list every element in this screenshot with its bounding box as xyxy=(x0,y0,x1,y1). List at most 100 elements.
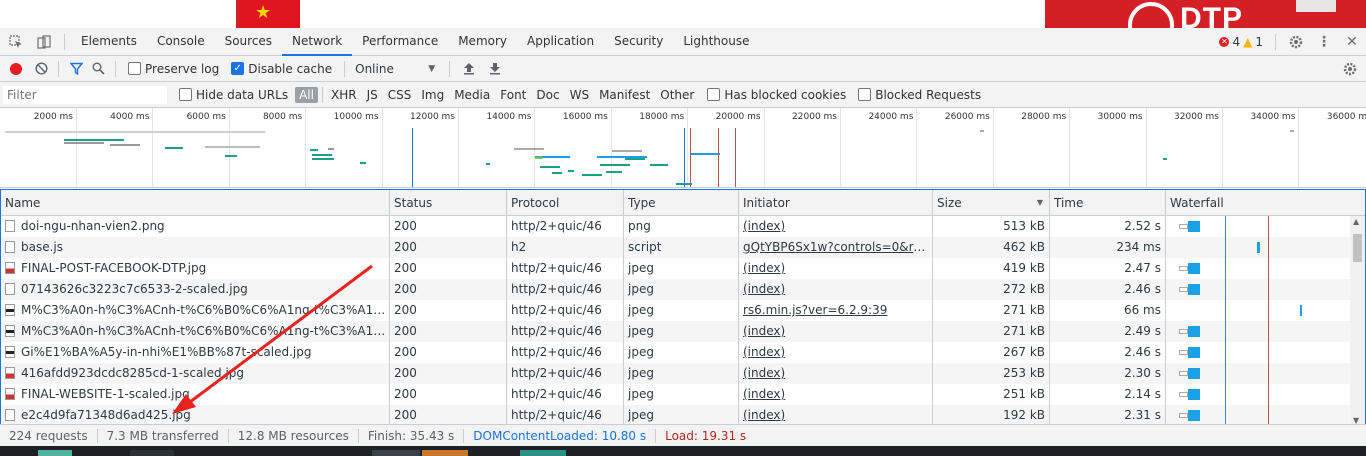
tab-application[interactable]: Application xyxy=(517,28,604,56)
cell-name[interactable]: e2c4d9fa71348d6ad425.jpg xyxy=(1,405,390,425)
cell-name[interactable]: 07143626c3223c7c6533-2-scaled.jpg xyxy=(1,279,390,300)
cell-time: 234 ms xyxy=(1050,237,1166,258)
table-row[interactable]: 07143626c3223c7c6533-2-scaled.jpg 200 http… xyxy=(1,279,1351,300)
blocked-cookies-checkbox[interactable]: Has blocked cookies xyxy=(707,88,846,102)
cell-name[interactable]: FINAL-WEBSITE-1-scaled.jpg xyxy=(1,384,390,405)
filter-type-css[interactable]: CSS xyxy=(384,87,416,103)
checkbox-box[interactable] xyxy=(707,88,721,101)
checkbox-box[interactable] xyxy=(128,62,141,75)
column-header-time[interactable]: Time xyxy=(1050,190,1166,216)
tab-security[interactable]: Security xyxy=(604,28,673,56)
taskbar-app[interactable] xyxy=(130,450,174,456)
cell-name[interactable]: M%C3%A0n-h%C3%ACnh-t%C6%B0%C6%A1ng-t%C3%… xyxy=(1,300,390,321)
search-icon[interactable] xyxy=(87,55,109,83)
filter-type-img[interactable]: Img xyxy=(417,87,448,103)
cell-type: jpeg xyxy=(624,384,739,405)
cell-name[interactable]: base.js xyxy=(1,237,390,258)
column-header-type[interactable]: Type xyxy=(624,190,739,216)
tab-elements[interactable]: Elements xyxy=(71,28,147,56)
file-name: e2c4d9fa71348d6ad425.jpg xyxy=(21,408,191,422)
cell-initiator[interactable]: (index) xyxy=(739,279,933,300)
cell-initiator[interactable]: (index) xyxy=(739,258,933,279)
column-header-status[interactable]: Status xyxy=(390,190,507,216)
preserve-log-checkbox[interactable]: Preserve log xyxy=(128,62,219,76)
table-row[interactable]: doi-ngu-nhan-vien2.png 200 http/2+quic/46 p… xyxy=(1,216,1351,237)
filter-type-other[interactable]: Other xyxy=(656,87,698,103)
cell-initiator[interactable]: gQtYBP6Sx1w?controls=0&rel=... xyxy=(739,237,933,258)
filter-type-all[interactable]: All xyxy=(295,86,318,103)
column-header-size[interactable]: Size ▼ xyxy=(933,190,1050,216)
column-header-name[interactable]: Name xyxy=(1,190,390,216)
more-options-icon[interactable]: ⋮ xyxy=(1310,28,1338,56)
table-row[interactable]: M%C3%A0n-h%C3%ACnh-t%C6%B0%C6%A1ng-t%C3%… xyxy=(1,321,1351,342)
file-name: doi-ngu-nhan-vien2.png xyxy=(21,219,165,233)
record-icon[interactable] xyxy=(10,62,22,75)
cell-initiator[interactable]: (index) xyxy=(739,216,933,237)
settings-gear-icon[interactable] xyxy=(1282,28,1310,56)
table-row[interactable]: M%C3%A0n-h%C3%ACnh-t%C6%B0%C6%A1ng-t%C3%… xyxy=(1,300,1351,321)
filter-icon[interactable] xyxy=(65,55,87,83)
import-har-icon[interactable] xyxy=(456,55,482,83)
filter-type-media[interactable]: Media xyxy=(450,87,494,103)
timeline-tick-label: 36000 ms xyxy=(1326,112,1366,122)
cell-name[interactable]: Gi%E1%BA%A5y-in-nhi%E1%BB%87t-scaled.jpg xyxy=(1,342,390,363)
table-row[interactable]: 416afdd923dcdc8285cd-1-scaled.jpg 200 http… xyxy=(1,363,1351,384)
blocked-requests-checkbox[interactable]: Blocked Requests xyxy=(858,88,981,102)
column-header-protocol[interactable]: Protocol xyxy=(507,190,624,216)
cell-initiator[interactable]: (index) xyxy=(739,405,933,425)
scroll-thumb[interactable] xyxy=(1353,234,1362,262)
device-toolbar-icon[interactable] xyxy=(30,28,58,56)
taskbar-app[interactable] xyxy=(38,450,72,456)
issues-counter[interactable]: ✕ 4 ▲ 1 xyxy=(1219,35,1263,49)
checkbox-box[interactable]: ✓ xyxy=(231,62,245,75)
taskbar-app[interactable] xyxy=(520,450,566,456)
filter-type-font[interactable]: Font xyxy=(496,87,530,103)
table-row[interactable]: base.js 200 h2 script gQtYBP6Sx1w?controls=0… xyxy=(1,237,1351,258)
checkbox-box[interactable] xyxy=(858,88,872,101)
table-row[interactable]: e2c4d9fa71348d6ad425.jpg 200 http/2+quic/4… xyxy=(1,405,1351,425)
throttling-select[interactable]: Online ▼ xyxy=(355,62,435,76)
column-header-initiator[interactable]: Initiator xyxy=(739,190,933,216)
tab-network[interactable]: Network xyxy=(282,28,353,56)
filter-type-doc[interactable]: Doc xyxy=(532,87,563,103)
cell-initiator[interactable]: (index) xyxy=(739,363,933,384)
cell-name[interactable]: doi-ngu-nhan-vien2.png xyxy=(1,216,390,237)
filter-type-xhr[interactable]: XHR xyxy=(327,87,361,103)
warning-count: 1 xyxy=(1255,35,1263,49)
filter-type-ws[interactable]: WS xyxy=(566,87,593,103)
tab-sources[interactable]: Sources xyxy=(215,28,282,56)
filter-input[interactable] xyxy=(3,85,167,104)
taskbar-app[interactable] xyxy=(372,450,420,456)
table-row[interactable]: FINAL-WEBSITE-1-scaled.jpg 200 http/2+quic… xyxy=(1,384,1351,405)
cell-initiator[interactable]: rs6.min.js?ver=6.2.9:39 xyxy=(739,300,933,321)
cell-name[interactable]: FINAL-POST-FACEBOOK-DTP.jpg xyxy=(1,258,390,279)
export-har-icon[interactable] xyxy=(482,55,508,83)
timeline-overview[interactable]: 2000 ms 4000 ms 6000 ms 8000 ms 10000 ms 1200… xyxy=(0,108,1366,188)
tab-memory[interactable]: Memory xyxy=(448,28,517,56)
tab-performance[interactable]: Performance xyxy=(352,28,448,56)
clear-icon[interactable] xyxy=(30,55,52,83)
scroll-up-icon[interactable]: ▲ xyxy=(1353,217,1359,226)
cell-initiator[interactable]: (index) xyxy=(739,321,933,342)
inspect-element-icon[interactable] xyxy=(2,28,30,56)
cell-name[interactable]: 416afdd923dcdc8285cd-1-scaled.jpg xyxy=(1,363,390,384)
tab-lighthouse[interactable]: Lighthouse xyxy=(673,28,759,56)
filter-type-manifest[interactable]: Manifest xyxy=(595,87,654,103)
table-row[interactable]: FINAL-POST-FACEBOOK-DTP.jpg 200 http/2+qui… xyxy=(1,258,1351,279)
taskbar-app[interactable] xyxy=(422,450,468,456)
filter-type-js[interactable]: JS xyxy=(363,87,382,103)
cell-initiator[interactable]: (index) xyxy=(739,342,933,363)
network-settings-gear-icon[interactable] xyxy=(1336,56,1364,82)
checkbox-box[interactable] xyxy=(179,88,192,101)
column-header-waterfall[interactable]: Waterfall xyxy=(1166,190,1365,216)
tab-console[interactable]: Console xyxy=(147,28,215,56)
hide-data-urls-checkbox[interactable]: Hide data URLs xyxy=(179,88,288,102)
cell-name[interactable]: M%C3%A0n-h%C3%ACnh-t%C6%B0%C6%A1ng-t%C3%… xyxy=(1,321,390,342)
disable-cache-checkbox[interactable]: ✓ Disable cache xyxy=(231,62,332,76)
table-scrollbar[interactable]: ▲ ▼ xyxy=(1350,216,1365,425)
close-icon[interactable]: ✕ xyxy=(1338,28,1366,56)
cell-initiator[interactable]: (index) xyxy=(739,384,933,405)
timeline-request-mark xyxy=(612,150,642,152)
waterfall-waiting xyxy=(1179,371,1188,376)
table-row[interactable]: Gi%E1%BA%A5y-in-nhi%E1%BB%87t-scaled.jpg… xyxy=(1,342,1351,363)
